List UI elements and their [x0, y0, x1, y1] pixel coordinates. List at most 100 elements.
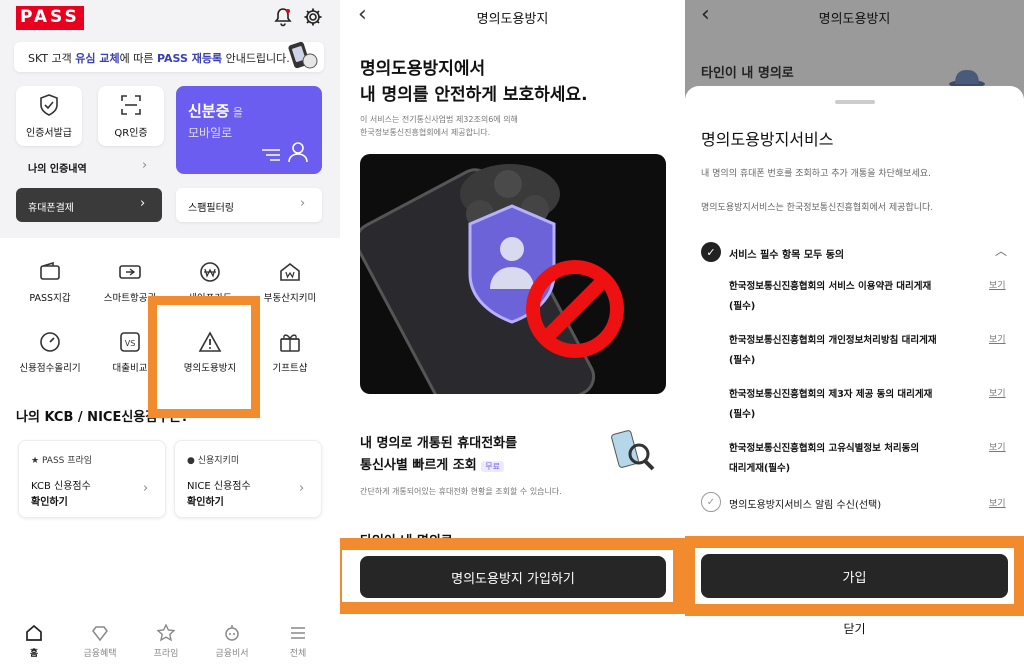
tab-1[interactable]: 홈 — [6, 624, 62, 664]
sheet-desc1: 내 명의의 휴대폰 번호를 조회하고 추가 개통을 차단해보세요. — [701, 169, 931, 179]
kcb-credit-card[interactable]: ★ PASS 프라임 KCB 신용점수 확인하기 › — [18, 440, 166, 518]
tag-text: 신용지키미 — [197, 456, 240, 466]
certificate-issue-button[interactable]: 인증서발급 — [16, 86, 82, 146]
menu-icon — [289, 624, 307, 642]
credit-card-tag: ● 신용지키미 — [187, 456, 240, 466]
term-row-3[interactable]: 한국정보통신진흥협회의 제3자 제공 동의 대리게재 (필수) 보기 — [729, 384, 1014, 428]
view-link[interactable]: 보기 — [989, 496, 1006, 509]
qr-scan-icon — [120, 94, 142, 116]
banner-part: SKT 고객 — [28, 52, 76, 65]
feature-line2: 통신사별 빠르게 조회 무료 — [360, 454, 504, 473]
won-shield-icon — [198, 260, 222, 284]
nice-credit-card[interactable]: ● 신용지키미 NICE 신용점수 확인하기 › — [174, 440, 322, 518]
mobile-pay-label: 휴대폰결제 — [28, 203, 74, 214]
chevron-right-icon: › — [299, 481, 305, 496]
spam-filter-label: 스팸필터링 — [188, 203, 234, 214]
quick-label: 인증서발급 — [26, 128, 72, 139]
signup-cta-button[interactable]: 명의도용방지 가입하기 — [360, 556, 666, 598]
gauge-icon — [38, 330, 62, 354]
term-row-1[interactable]: 한국정보통신진흥협회의 서비스 이용약관 대리게재 (필수) 보기 — [729, 276, 1014, 320]
phone-search-icon — [608, 428, 660, 476]
signup-sheet-screen: ‹ 명의도용방지 타인이 내 명의로 명의도용방지서비스 내 명의의 휴대폰 번… — [685, 0, 1024, 664]
join-button[interactable]: 가입 — [701, 554, 1008, 598]
menu-item-4[interactable]: 부동산지키미 — [250, 260, 330, 312]
tab-3[interactable]: 프라임 — [138, 624, 194, 664]
tab-2[interactable]: 금융혜택 — [72, 624, 128, 664]
logo-text: PASS — [16, 6, 84, 30]
feature-line1: 내 명의로 개통된 휴대전화를 — [360, 436, 518, 451]
my-auth-history-row[interactable]: 나의 인증내역 › — [16, 152, 164, 180]
term-line2: (필수) — [729, 355, 756, 366]
chevron-up-icon[interactable]: ︿ — [995, 242, 1007, 259]
menu-item-5[interactable]: 신용점수올리기 — [10, 330, 90, 382]
credit-card-line1: KCB 신용점수 — [31, 481, 91, 492]
banner-highlight: PASS 재등록 — [156, 52, 223, 65]
gear-icon[interactable] — [302, 6, 324, 28]
sheet-grabber[interactable] — [835, 100, 875, 104]
credit-card-line1: NICE 신용점수 — [187, 481, 251, 492]
menu-item-8[interactable]: 기프트샵 — [250, 330, 330, 382]
qr-auth-button[interactable]: QR인증 — [98, 86, 164, 146]
spam-filter-button[interactable]: 스팸필터링 › — [176, 188, 322, 222]
highlight-box — [148, 296, 260, 418]
pass-logo: PASS — [16, 6, 84, 30]
agree-all-row[interactable]: ✓ 서비스 필수 항목 모두 동의 ︿ — [701, 242, 1011, 264]
agree-all-label: 서비스 필수 항목 모두 동의 — [729, 250, 845, 261]
view-link[interactable]: 보기 — [989, 332, 1006, 345]
screen-title: 명의도용방지 — [818, 12, 891, 27]
legal-line2: 한국정보통신진흥협회에서 제공합니다. — [360, 128, 491, 137]
hero-illustration — [360, 154, 666, 394]
view-link[interactable]: 보기 — [989, 386, 1006, 399]
term-line1: 한국정보통신진흥협회의 제3자 제공 동의 대리게재 — [729, 389, 933, 400]
free-badge: 무료 — [481, 461, 504, 472]
services-section: PASS지갑 스마트항공권 세이프가드 부동산지키미 신용점수올리기 VS 대출비… — [0, 238, 340, 664]
mobile-id-card-banner[interactable]: 신분증 을 모바일로 — [176, 86, 322, 174]
house-icon — [278, 260, 302, 284]
menu-label: 신용점수올리기 — [19, 363, 81, 374]
id-card-title: 신분증 을 — [188, 100, 243, 121]
mobile-payment-button[interactable]: 휴대폰결제 › — [16, 188, 162, 222]
bell-icon[interactable] — [272, 6, 294, 28]
banner-text: SKT 고객 유심 교체에 따른 PASS 재등록 안내드립니다. — [28, 50, 290, 66]
chevron-right-icon: › — [300, 196, 306, 211]
tab-5[interactable]: 전체 — [270, 624, 326, 664]
banner-highlight: 유심 교체 — [75, 52, 120, 65]
unchecked-circle-icon[interactable]: ✓ — [701, 492, 721, 512]
credit-card-line2: 확인하기 — [31, 497, 68, 508]
phone-card-icon — [284, 38, 320, 74]
optional-term-row[interactable]: ✓ 명의도용방지서비스 알림 수신(선택) 보기 — [701, 492, 1011, 514]
view-link[interactable]: 보기 — [989, 440, 1006, 453]
quick-label: QR인증 — [114, 128, 148, 139]
term-line1: 한국정보통신진흥협회의 고유식별정보 처리동의 — [729, 443, 920, 454]
sheet-desc2: 명의도용방지서비스는 한국정보통신진흥협회에서 제공합니다. — [701, 203, 934, 213]
shield-check-icon — [38, 94, 60, 116]
notice-banner[interactable]: SKT 고객 유심 교체에 따른 PASS 재등록 안내드립니다. — [14, 41, 324, 72]
bottom-tab-bar: 홈 금융혜택 프라임 금융비서 전체 — [0, 620, 340, 664]
credit-card-tag: ★ PASS 프라임 — [31, 456, 93, 466]
view-link[interactable]: 보기 — [989, 278, 1006, 291]
gift-icon — [278, 330, 302, 354]
background-heading: 타인이 내 명의로 — [701, 66, 794, 81]
optional-term-label: 명의도용방지서비스 알림 수신(선택) — [729, 500, 882, 511]
menu-label: PASS지갑 — [29, 293, 71, 304]
term-line2: 대리게재(필수) — [729, 463, 791, 474]
term-line2: (필수) — [729, 301, 756, 312]
home-icon — [25, 624, 43, 642]
tab-4[interactable]: 금융비서 — [204, 624, 260, 664]
tab-label: 금융혜택 — [83, 649, 117, 659]
pass-home-screen: PASS SKT 고객 유심 교체에 따른 PASS 재등록 안내드립니다. 인… — [0, 0, 340, 664]
my-auth-label: 나의 인증내역 — [28, 164, 87, 175]
identity-theft-intro-screen: ‹ 명의도용방지 명의도용방지에서 내 명의를 안전하게 보호하세요. 이 서비… — [340, 0, 685, 664]
term-row-4[interactable]: 한국정보통신진흥협회의 고유식별정보 처리동의 대리게재(필수) 보기 — [729, 438, 1014, 482]
tab-label: 홈 — [29, 649, 39, 659]
chevron-right-icon: › — [140, 196, 146, 211]
id-card-person-icon — [260, 140, 312, 164]
menu-item-1[interactable]: PASS지갑 — [10, 260, 90, 312]
tag-text: PASS 프라임 — [41, 456, 93, 466]
chevron-right-icon: › — [143, 481, 149, 496]
close-link[interactable]: 닫기 — [685, 620, 1024, 637]
ticket-icon — [118, 260, 142, 284]
term-row-2[interactable]: 한국정보통신진흥협회의 개인정보처리방침 대리게재 (필수) 보기 — [729, 330, 1014, 374]
robot-icon — [223, 624, 241, 642]
checked-circle-icon[interactable]: ✓ — [701, 242, 721, 262]
